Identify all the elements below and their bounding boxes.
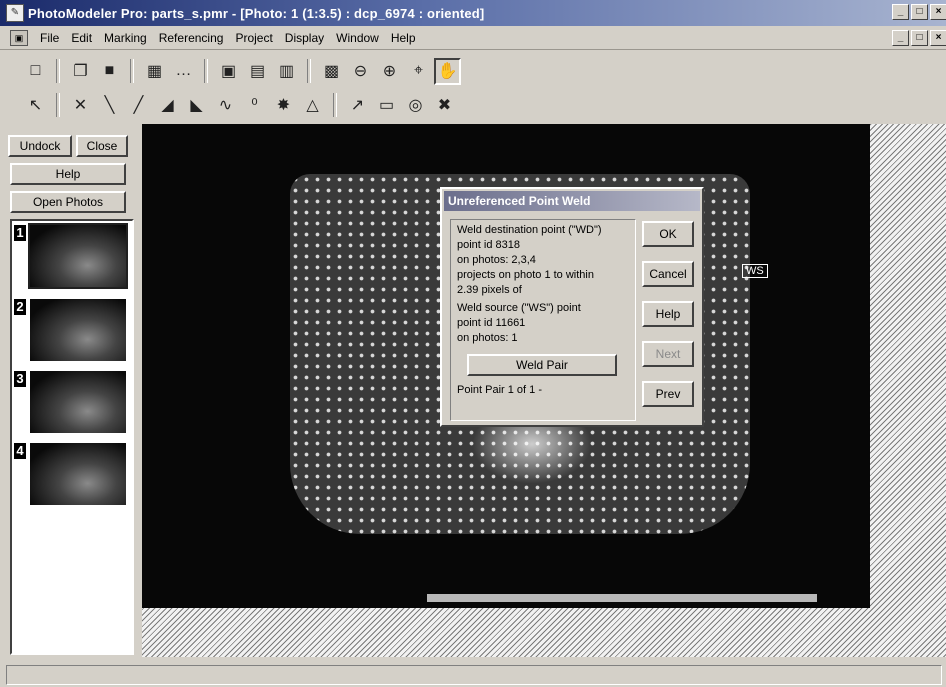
cylinder-icon[interactable]: ⁰ (241, 92, 268, 119)
dialog-help-button[interactable]: Help (642, 301, 694, 327)
weld-source-label: WS (742, 264, 768, 278)
menu-help[interactable]: Help (385, 31, 422, 45)
photo-thumbnail-2[interactable] (30, 299, 126, 361)
dialog-text-line: on photos: 1 (457, 332, 518, 344)
dialog-title: Unreferenced Point Weld (444, 191, 700, 211)
edge-icon[interactable]: ╱ (125, 92, 152, 119)
menu-display[interactable]: Display (279, 31, 330, 45)
toolbar-separator (333, 93, 337, 117)
title-bar: ✎ PhotoModeler Pro: parts_s.pmr - [Photo… (0, 0, 946, 26)
dialog-text-line: point id 8318 (457, 239, 520, 251)
zoom-fit-icon[interactable]: ⌖ (405, 58, 432, 85)
base-rail (427, 594, 817, 602)
status-pane (6, 665, 942, 685)
photo-thumbnail-4[interactable] (30, 443, 126, 505)
grid-icon[interactable]: ▤ (244, 58, 271, 85)
app-icon[interactable]: ✎ (6, 4, 24, 22)
marking-toolbar: ↖ ✕ ╲ ╱ ◢ ◣ ∿ ⁰ ✸ △ ↗ ▭ ◎ ✖ (0, 88, 946, 122)
table-icon[interactable]: ▦ (141, 58, 168, 85)
dialog-text-line: 2.39 pixels of (457, 284, 522, 296)
delete-icon[interactable]: ✖ (431, 92, 458, 119)
main-toolbar: □ ❐ ■ ▦ … ▣ ▤ ▥ ▩ ⊖ ⊕ ⌖ ✋ (0, 54, 946, 88)
doc-restore-button[interactable]: □ (911, 30, 928, 46)
toolbar-separator (204, 59, 208, 83)
dialog-text-line: point id 11661 (457, 317, 526, 329)
minimize-button[interactable]: _ (892, 4, 909, 20)
weld-pair-button[interactable]: Weld Pair (467, 354, 617, 376)
hand-icon[interactable]: ✋ (434, 57, 461, 85)
select-arrow-icon[interactable]: ↖ (22, 92, 49, 119)
new-icon[interactable]: □ (22, 58, 49, 85)
surface-icon[interactable]: ◢ (154, 92, 181, 119)
document-window-controls: _ □ × (892, 30, 946, 46)
unreferenced-point-weld-dialog: Unreferenced Point Weld Weld destination… (440, 187, 704, 427)
photo-icon[interactable]: ▣ (215, 58, 242, 85)
measure-icon[interactable]: ▭ (373, 92, 400, 119)
dialog-text-line: projects on photo 1 to within (457, 269, 594, 281)
open-icon[interactable]: ❐ (67, 58, 94, 85)
3d-viewer-icon[interactable]: ▩ (318, 58, 345, 85)
globe-icon[interactable]: ◎ (402, 92, 429, 119)
menu-bar: ▣ File Edit Marking Referencing Project … (0, 27, 946, 50)
thumbnail-list[interactable]: 1 2 3 4 (10, 219, 134, 655)
menu-window[interactable]: Window (330, 31, 385, 45)
curve-icon[interactable]: ∿ (212, 92, 239, 119)
triangle-icon[interactable]: △ (299, 92, 326, 119)
menu-marking[interactable]: Marking (98, 31, 153, 45)
reference-icon[interactable]: ↗ (344, 92, 371, 119)
help-button[interactable]: Help (10, 163, 126, 185)
menu-project[interactable]: Project (229, 31, 278, 45)
dialog-text-line: Weld destination point ("WD") (457, 224, 602, 236)
toolbar-separator (56, 59, 60, 83)
zoom-out-icon[interactable]: ⊖ (347, 58, 374, 85)
menu-edit[interactable]: Edit (65, 31, 98, 45)
dialog-text-line: on photos: 2,3,4 (457, 254, 536, 266)
photo-thumbnail-1[interactable] (28, 223, 128, 289)
save-icon[interactable]: ■ (96, 58, 123, 85)
close-button[interactable]: × (930, 4, 946, 20)
next-button[interactable]: Next (642, 341, 694, 367)
zoom-in-icon[interactable]: ⊕ (376, 58, 403, 85)
undock-button[interactable]: Undock (8, 135, 72, 157)
maximize-button[interactable]: □ (911, 4, 928, 20)
doc-minimize-button[interactable]: _ (892, 30, 909, 46)
doc-close-button[interactable]: × (930, 30, 946, 46)
thumbnail-number: 3 (14, 371, 26, 387)
open-photos-button[interactable]: Open Photos (10, 191, 126, 213)
status-bar (0, 662, 946, 687)
thumbnail-number: 2 (14, 299, 26, 315)
prev-button[interactable]: Prev (642, 381, 694, 407)
mark-point-icon[interactable]: ✕ (67, 92, 94, 119)
close-panel-button[interactable]: Close (76, 135, 128, 157)
document-system-icon[interactable]: ▣ (10, 30, 28, 46)
menu-referencing[interactable]: Referencing (153, 31, 230, 45)
photo-thumbnail-3[interactable] (30, 371, 126, 433)
toolbar-separator (130, 59, 134, 83)
marker-icon[interactable]: … (170, 58, 197, 85)
menu-file[interactable]: File (34, 31, 65, 45)
thumbnail-number: 1 (14, 225, 26, 241)
cancel-button[interactable]: Cancel (642, 261, 694, 287)
grid-dark-icon[interactable]: ▥ (273, 58, 300, 85)
window-title: PhotoModeler Pro: parts_s.pmr - [Photo: … (28, 5, 485, 21)
photo-thumbnail-panel: Undock Close Help Open Photos 1 2 3 4 (6, 127, 138, 659)
toolbar-separator (307, 59, 311, 83)
dialog-text-line: Weld source ("WS") point (457, 302, 581, 314)
line-icon[interactable]: ╲ (96, 92, 123, 119)
toolbar-separator (56, 93, 60, 117)
thumbnail-number: 4 (14, 443, 26, 459)
dialog-info-panel: Weld destination point ("WD") point id 8… (450, 219, 636, 421)
surface-alt-icon[interactable]: ◣ (183, 92, 210, 119)
ok-button[interactable]: OK (642, 221, 694, 247)
point-pair-indicator: Point Pair 1 of 1 - (457, 384, 542, 396)
window-controls: _ □ × (892, 4, 946, 20)
target-icon[interactable]: ✸ (270, 92, 297, 119)
